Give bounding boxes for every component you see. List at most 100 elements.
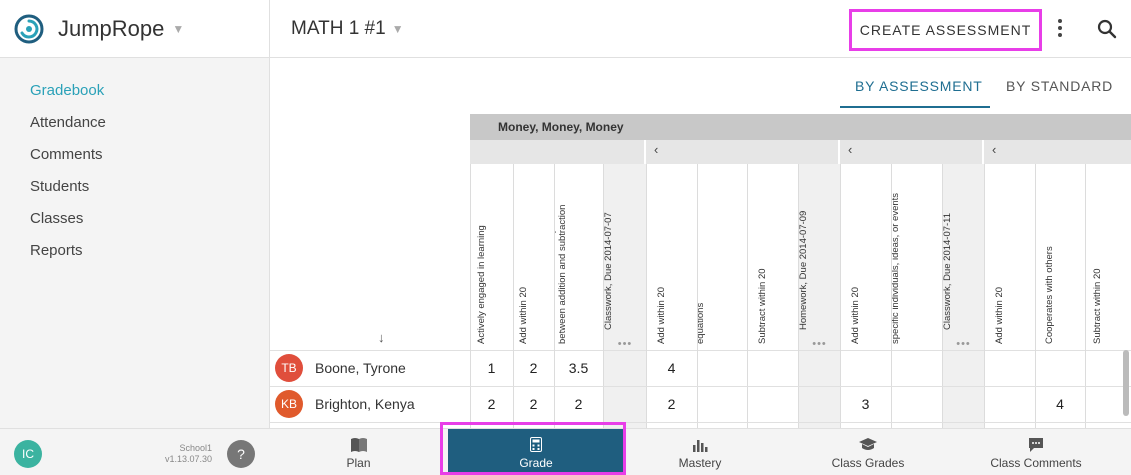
column-divider <box>747 350 748 428</box>
row-divider <box>270 386 1131 387</box>
grade-cell[interactable]: 2 <box>513 396 554 412</box>
assessment-column-header[interactable]: ••• Partner Counting Up and Down wClasswo… <box>942 164 984 350</box>
chevron-left-icon[interactable]: ‹ <box>654 142 658 157</box>
bottom-tab-bar: Plan Grade Mastery Class Grades Class Co… <box>270 428 1131 475</box>
app-name: JumpRope <box>58 16 165 41</box>
assessment-due: Classwork, Due 2014-07-11 <box>942 212 953 330</box>
assessment-column-header[interactable]: ••• Big Money Small Money GameClasswork, … <box>603 164 646 350</box>
tab-label: Mastery <box>678 455 722 470</box>
assessment-column-shade <box>942 351 984 428</box>
standard-column-header[interactable]: Understand the relationship between addit… <box>554 164 603 350</box>
collapse-button[interactable]: ‹ <box>840 140 982 164</box>
chevron-down-icon: ▼ <box>391 22 404 36</box>
tab-label: Grade <box>519 455 553 470</box>
standard-label-line: Actively engaged in learning <box>475 225 487 344</box>
grade-cell[interactable]: 2 <box>470 396 513 412</box>
collapse-button[interactable]: ‹ <box>984 140 1131 164</box>
grade-cell[interactable]: 3 <box>840 396 891 412</box>
standard-label-line: between addition and subtraction <box>557 204 568 344</box>
standard-label: Cooperates with others <box>1044 246 1055 344</box>
standard-column-header[interactable]: Add within 20 <box>984 164 1035 350</box>
standard-label: Add within 20 <box>656 287 667 344</box>
standard-label: Solve addition and subtraction wordprobl… <box>698 193 706 344</box>
student-row[interactable]: TB Boone, Tyrone <box>275 354 406 382</box>
student-row[interactable]: KB Brighton, Kenya <box>275 390 415 418</box>
standard-column-header[interactable]: Solve addition and subtraction wordprobl… <box>697 164 747 350</box>
assessment-column-shade <box>603 351 646 428</box>
collapse-button[interactable]: ‹ <box>646 140 838 164</box>
standard-label-line: specific individuals, ideas, or events <box>891 192 901 344</box>
search-icon[interactable] <box>1096 18 1118 40</box>
grade-cell[interactable]: 3.5 <box>554 360 603 376</box>
standard-column-header[interactable]: Add within 20 <box>646 164 697 350</box>
more-options-icon[interactable]: ••• <box>604 338 646 350</box>
tab-class-comments[interactable]: Class Comments <box>970 429 1102 475</box>
assessment-column-shade <box>798 351 840 428</box>
more-options-icon[interactable] <box>1052 16 1068 40</box>
tab-by-standard[interactable]: BY STANDARD <box>1006 78 1113 94</box>
standard-label: Add within 20 <box>994 287 1005 344</box>
assessment-column-header[interactable]: ••• Counting Up and Down With BillsHomewo… <box>798 164 840 350</box>
standard-column-header[interactable]: Add within 20 <box>513 164 554 350</box>
book-icon <box>350 436 368 454</box>
assessment-group-header: Money, Money, Money <box>470 114 1131 140</box>
grade-cell[interactable]: 1 <box>470 360 513 376</box>
tab-label: Plan <box>346 455 371 470</box>
more-options-icon[interactable]: ••• <box>799 338 840 350</box>
sidebar-item-students[interactable]: Students <box>30 178 89 195</box>
tab-label: Class Grades <box>831 455 905 470</box>
grade-cell[interactable]: 2 <box>554 396 603 412</box>
sidebar-item-classes[interactable]: Classes <box>30 210 83 227</box>
standard-label-line: Subtract within 20 <box>1092 268 1103 344</box>
student-avatar: TB <box>275 354 303 382</box>
row-divider <box>270 422 1131 423</box>
user-avatar[interactable]: IC <box>14 440 42 468</box>
chevron-left-icon[interactable]: ‹ <box>848 142 852 157</box>
chevron-down-icon: ▼ <box>172 22 185 36</box>
column-divider <box>891 350 892 428</box>
standard-label: Actively engaged in learning <box>476 225 487 344</box>
tab-grade[interactable]: Grade <box>448 429 624 475</box>
standard-label-line: Cooperates with others <box>1044 246 1055 344</box>
sort-arrow-down-icon[interactable]: ↓ <box>378 330 385 345</box>
gradebook-grid: Money, Money, Money ‹ ‹ ‹ Actively engag… <box>270 112 1131 428</box>
student-name[interactable]: Brighton, Kenya <box>315 396 415 412</box>
chevron-left-icon[interactable]: ‹ <box>992 142 996 157</box>
more-options-icon[interactable]: ••• <box>943 338 984 350</box>
create-assessment-button[interactable]: CREATE ASSESSMENT <box>849 9 1042 51</box>
column-divider <box>697 350 698 428</box>
standard-column-header[interactable]: Subtract within 20 <box>1085 164 1131 350</box>
tab-by-assessment[interactable]: BY ASSESSMENT <box>855 78 983 94</box>
standard-column-header[interactable]: Add within 20 <box>840 164 891 350</box>
student-avatar: KB <box>275 390 303 418</box>
vertical-scrollbar[interactable] <box>1123 350 1129 416</box>
tab-plan[interactable]: Plan <box>270 429 447 475</box>
sidebar-item-attendance[interactable]: Attendance <box>30 114 106 131</box>
tab-mastery[interactable]: Mastery <box>625 429 775 475</box>
standard-column-header[interactable]: Actively engaged in learning <box>470 164 513 350</box>
brand-menu[interactable]: JumpRope ▼ <box>0 0 270 58</box>
version-number: v1.13.07.30 <box>164 454 212 464</box>
standard-label-line: Add within 20 <box>655 286 667 344</box>
standard-column-header[interactable]: Subtract within 20 <box>747 164 798 350</box>
sidebar-item-gradebook[interactable]: Gradebook <box>30 82 104 99</box>
standard-label: Add within 20 <box>850 287 861 344</box>
grade-cell[interactable]: 4 <box>646 360 697 376</box>
tab-class-grades[interactable]: Class Grades <box>792 429 944 475</box>
standard-column-header[interactable]: Analyze a complex set of ideas orsequenc… <box>891 164 942 350</box>
sidebar-item-reports[interactable]: Reports <box>30 242 83 259</box>
school-name: School1 <box>179 443 212 453</box>
calculator-icon <box>530 436 542 454</box>
class-selector[interactable]: MATH 1 #1 ▼ <box>291 18 404 40</box>
help-button[interactable]: ? <box>227 440 255 468</box>
tab-label: Class Comments <box>990 455 1082 470</box>
sidebar-item-comments[interactable]: Comments <box>30 146 103 163</box>
student-name[interactable]: Boone, Tyrone <box>315 360 406 376</box>
row-divider <box>270 350 1131 351</box>
grade-cell[interactable]: 4 <box>1035 396 1085 412</box>
standard-column-header[interactable]: Cooperates with others <box>1035 164 1085 350</box>
graduation-cap-icon <box>858 436 878 454</box>
grade-cell[interactable]: 2 <box>513 360 554 376</box>
standard-label-line: Add within 20 <box>517 286 529 344</box>
grade-cell[interactable]: 2 <box>646 396 697 412</box>
